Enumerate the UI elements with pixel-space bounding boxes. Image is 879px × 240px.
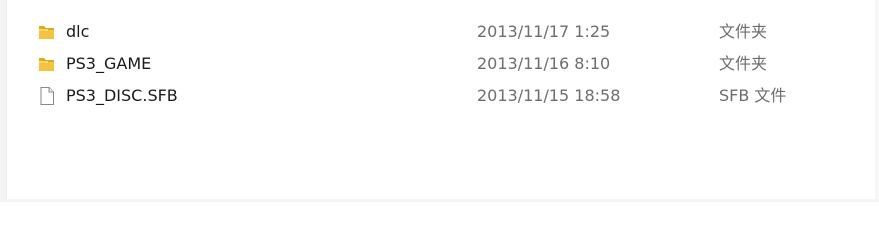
pane-bottom-border xyxy=(0,199,879,202)
pane-right-border xyxy=(875,0,879,202)
file-row-dlc[interactable]: dlc 2013/11/17 1:25 文件夹 xyxy=(10,16,870,48)
file-date-modified: 2013/11/16 8:10 xyxy=(477,54,611,73)
file-date-modified: 2013/11/15 18:58 xyxy=(477,86,621,105)
file-name: PS3_GAME xyxy=(66,54,152,73)
file-name: dlc xyxy=(66,22,90,41)
file-name: PS3_DISC.SFB xyxy=(66,86,178,105)
file-date-modified: 2013/11/17 1:25 xyxy=(477,22,611,41)
folder-icon xyxy=(38,54,56,74)
file-type: 文件夹 xyxy=(719,22,768,41)
file-type: SFB 文件 xyxy=(719,86,787,105)
file-list-pane: dlc 2013/11/17 1:25 文件夹 PS3_GAME 2013/11… xyxy=(0,0,879,202)
file-icon xyxy=(38,86,56,106)
file-row-ps3-disc-sfb[interactable]: PS3_DISC.SFB 2013/11/15 18:58 SFB 文件 xyxy=(10,80,870,112)
pane-left-border xyxy=(0,0,7,202)
file-type: 文件夹 xyxy=(719,54,768,73)
file-row-ps3-game[interactable]: PS3_GAME 2013/11/16 8:10 文件夹 xyxy=(10,48,870,80)
folder-icon xyxy=(38,22,56,42)
